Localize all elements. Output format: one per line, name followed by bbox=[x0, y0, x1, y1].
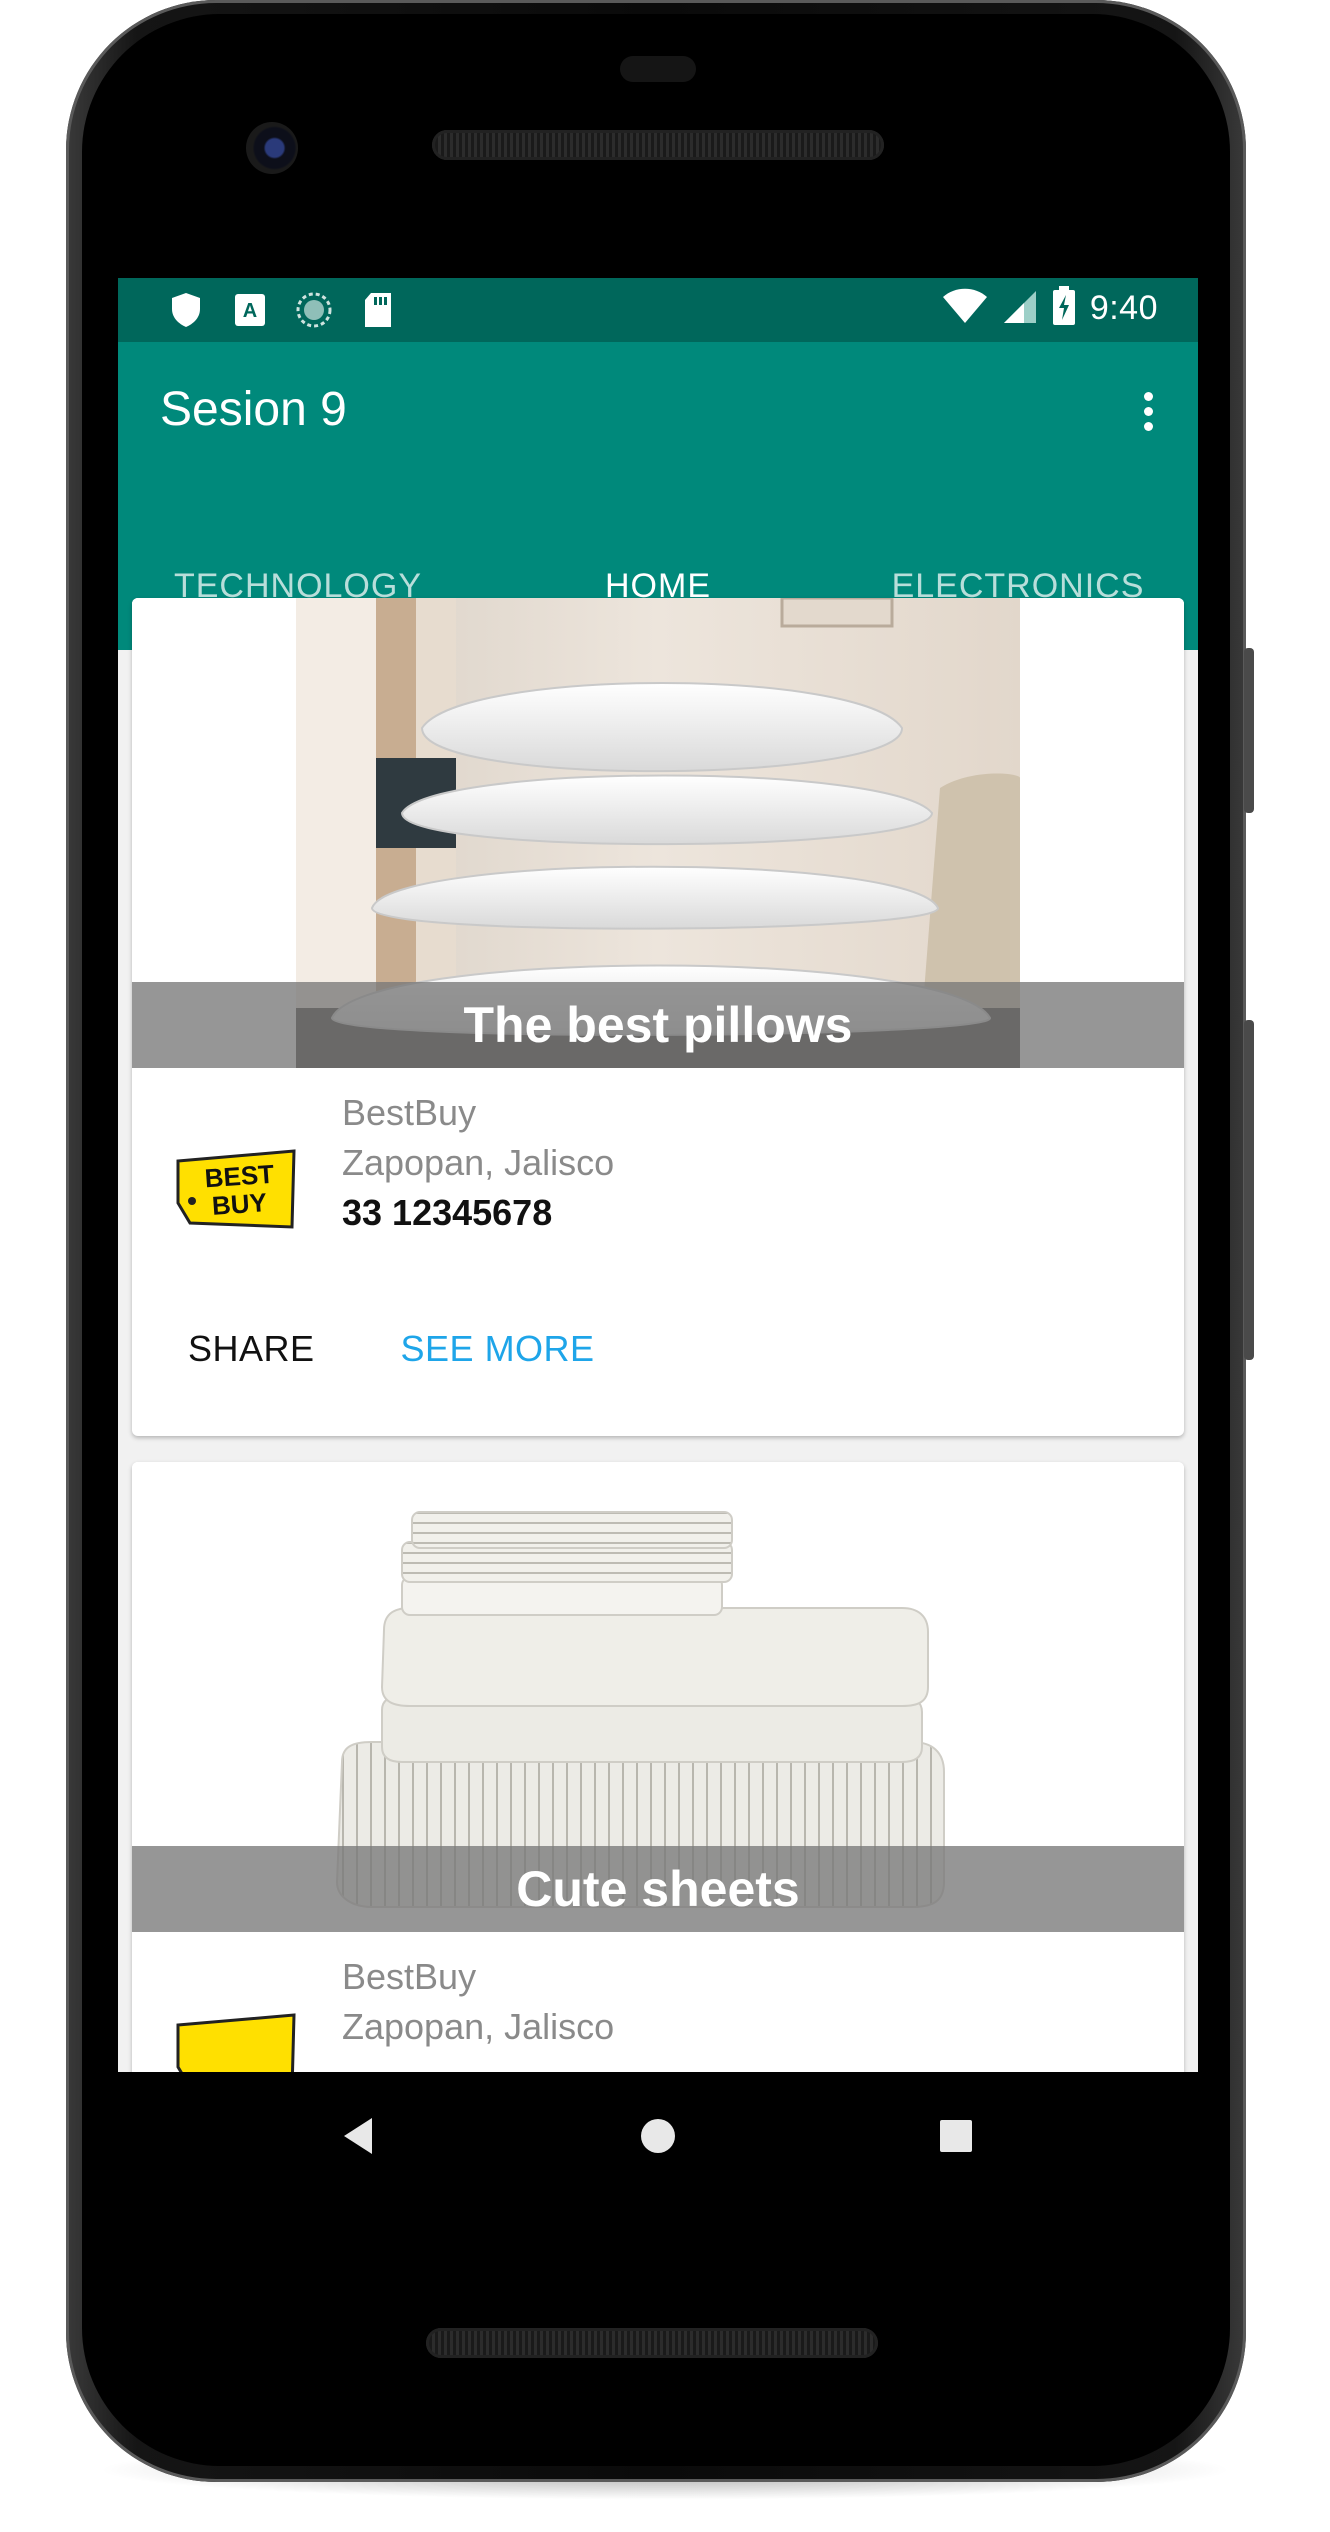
store-phone: 33 12345678 bbox=[342, 1192, 553, 1233]
app-bar: Sesion 9 TECHNOLOGY HOME ELECTRONICS bbox=[118, 342, 1198, 650]
wifi-icon bbox=[942, 288, 988, 328]
signal-icon bbox=[1002, 288, 1038, 328]
store-name: BestBuy bbox=[342, 1092, 477, 1133]
store-name: BestBuy bbox=[342, 1956, 477, 1997]
volume-button bbox=[1244, 1020, 1254, 1360]
back-icon[interactable] bbox=[328, 2106, 388, 2166]
proximity-sensor bbox=[620, 56, 696, 82]
earpiece-speaker bbox=[432, 130, 884, 160]
card-info: BestBuy Zapopan, Jalisco bbox=[342, 1952, 614, 2052]
svg-text:A: A bbox=[243, 300, 257, 322]
more-vert-icon[interactable] bbox=[1138, 392, 1158, 442]
power-button bbox=[1244, 648, 1254, 813]
bestbuy-logo: BEST BUY bbox=[176, 1143, 296, 1233]
card-caption: The best pillows bbox=[132, 982, 1184, 1068]
card-info: BestBuy Zapopan, Jalisco 33 12345678 bbox=[342, 1088, 614, 1238]
product-card[interactable]: Cute sheets BestBuy Zapopan, Jalisco bbox=[132, 1462, 1184, 2072]
shield-icon bbox=[168, 292, 204, 328]
store-location: Zapopan, Jalisco bbox=[342, 1142, 615, 1183]
a-box-icon: A bbox=[232, 292, 268, 328]
sd-card-icon bbox=[360, 292, 396, 328]
status-bar: A 9:40 bbox=[118, 278, 1198, 342]
share-button[interactable]: SHARE bbox=[188, 1328, 315, 1370]
store-location: Zapopan, Jalisco bbox=[342, 2006, 615, 2047]
navigation-bar bbox=[118, 2072, 1198, 2200]
sheets-image: Cute sheets bbox=[132, 1462, 1184, 1932]
status-time: 9:40 bbox=[1089, 288, 1158, 327]
bottom-speaker bbox=[426, 2328, 878, 2358]
card-caption: Cute sheets bbox=[132, 1846, 1184, 1932]
card-actions: SHARE SEE MORE bbox=[188, 1328, 595, 1370]
see-more-button[interactable]: SEE MORE bbox=[401, 1328, 595, 1370]
front-camera bbox=[246, 122, 298, 174]
battery-charging-icon bbox=[1052, 286, 1076, 330]
pillows-image: The best pillows bbox=[132, 598, 1184, 1068]
sync-circle-icon bbox=[296, 292, 332, 328]
recents-icon[interactable] bbox=[926, 2106, 986, 2166]
svg-text:BUY: BUY bbox=[211, 1187, 268, 1221]
card-list[interactable]: The best pillows BEST BUY BestBuy Zapopa… bbox=[118, 586, 1198, 2072]
app-title: Sesion 9 bbox=[160, 383, 347, 436]
screen: A 9:40 Sesion 9 TECHNOLOGY HOME ELECTRON… bbox=[118, 278, 1198, 2072]
bestbuy-logo bbox=[176, 2007, 296, 2072]
home-icon[interactable] bbox=[628, 2106, 688, 2166]
product-card[interactable]: The best pillows BEST BUY BestBuy Zapopa… bbox=[132, 598, 1184, 1436]
